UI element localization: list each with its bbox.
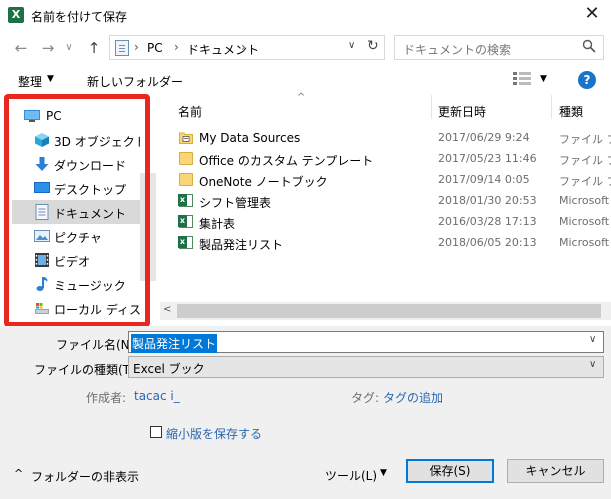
column-divider[interactable] <box>431 95 432 119</box>
tools-dropdown-icon[interactable]: ▼ <box>380 468 387 478</box>
forward-button[interactable]: → <box>38 38 58 58</box>
highlight-box <box>4 94 150 327</box>
save-thumbnail-label[interactable]: 縮小版を保存する <box>166 425 262 442</box>
save-options-panel: ファイル名(N): 製品発注リスト ∨ ファイルの種類(T): Excel ブッ… <box>0 326 611 499</box>
breadcrumb-pc[interactable]: PC <box>147 41 163 55</box>
file-name: Office のカスタム テンプレート <box>199 154 374 168</box>
file-name: 集計表 <box>199 217 236 231</box>
tags-label: タグ: <box>351 391 380 405</box>
file-type: Microsoft <box>559 236 610 249</box>
file-date: 2018/06/05 20:13 <box>438 236 537 249</box>
file-date: 2018/01/30 20:53 <box>438 194 537 207</box>
file-list: ^ 名前 更新日時 種類 My Data Sources 2017/06/29 … <box>160 92 611 305</box>
folder-icon <box>179 152 193 165</box>
file-name: 製品発注リスト <box>199 238 284 252</box>
filename-value[interactable]: 製品発注リスト <box>131 334 218 353</box>
search-input[interactable]: ドキュメントの検索 <box>394 35 604 60</box>
column-header-name[interactable]: 名前 <box>178 103 202 120</box>
organize-dropdown-icon[interactable]: ▼ <box>47 74 54 84</box>
file-row[interactable]: 集計表 2016/03/28 17:13 Microsoft <box>160 212 611 233</box>
horizontal-scrollbar[interactable]: < <box>160 302 611 320</box>
file-date: 2017/09/14 0:05 <box>438 173 530 186</box>
save-thumbnail-checkbox[interactable] <box>150 426 162 438</box>
search-icon[interactable] <box>582 39 596 53</box>
filetype-dropdown-icon[interactable]: ∨ <box>589 359 596 370</box>
filename-dropdown-icon[interactable]: ∨ <box>589 334 596 345</box>
file-type: ファイル フォ <box>559 175 611 188</box>
file-type: ファイル フォ <box>559 133 611 146</box>
excel-file-icon <box>178 194 193 207</box>
tags-value[interactable]: タグの追加 <box>383 389 443 406</box>
filetype-label: ファイルの種類(T): <box>34 363 139 377</box>
author-label: 作成者: <box>86 391 127 405</box>
refresh-icon[interactable]: ↻ <box>367 38 379 54</box>
file-date: 2016/03/28 17:13 <box>438 215 537 228</box>
title-bar: X 名前を付けて保存 ✕ <box>0 0 611 30</box>
save-button[interactable]: 保存(S) <box>406 459 494 483</box>
file-type: ファイル フォ <box>559 154 611 167</box>
author-value[interactable]: tacac i_ <box>134 389 180 403</box>
organize-button[interactable]: 整理 <box>18 73 42 90</box>
documents-location-icon <box>115 40 129 56</box>
column-header-date[interactable]: 更新日時 <box>438 103 486 120</box>
view-dropdown-icon[interactable]: ▼ <box>540 74 547 84</box>
command-bar: 整理 ▼ 新しいフォルダー ▼ ? <box>0 66 611 94</box>
data-folder-icon <box>179 132 193 144</box>
breadcrumb-separator[interactable]: › <box>241 40 246 54</box>
recent-locations-button[interactable]: ∨ <box>62 38 76 58</box>
sort-ascending-icon: ^ <box>297 92 306 103</box>
new-folder-button[interactable]: 新しいフォルダー <box>87 73 183 90</box>
breadcrumb-separator[interactable]: › <box>134 40 139 54</box>
filetype-value: Excel ブック <box>133 362 205 376</box>
file-row[interactable]: Office のカスタム テンプレート 2017/05/23 11:46 ファイ… <box>160 149 611 170</box>
view-options-icon[interactable] <box>513 72 531 86</box>
file-row[interactable]: My Data Sources 2017/06/29 9:24 ファイル フォ <box>160 128 611 149</box>
help-icon[interactable]: ? <box>578 71 596 89</box>
file-row[interactable]: シフト管理表 2018/01/30 20:53 Microsoft <box>160 191 611 212</box>
column-divider[interactable] <box>551 95 552 119</box>
file-name: My Data Sources <box>199 131 301 145</box>
filetype-select[interactable]: Excel ブック ∨ <box>128 356 604 378</box>
scroll-left-icon[interactable]: < <box>163 304 171 315</box>
filename-input[interactable]: 製品発注リスト ∨ <box>128 331 604 353</box>
file-type: Microsoft <box>559 215 610 228</box>
address-bar[interactable]: › PC › ドキュメント › ∨ ↻ <box>109 35 385 60</box>
folder-icon <box>179 173 193 186</box>
file-row[interactable]: 製品発注リスト 2018/06/05 20:13 Microsoft <box>160 233 611 254</box>
chevron-up-icon[interactable]: ^ <box>14 467 23 480</box>
tools-button[interactable]: ツール(L) <box>325 467 377 484</box>
breadcrumb-separator[interactable]: › <box>174 40 179 54</box>
close-button[interactable]: ✕ <box>578 4 606 26</box>
window-title: 名前を付けて保存 <box>31 10 128 24</box>
excel-app-icon: X <box>8 7 24 23</box>
address-dropdown-icon[interactable]: ∨ <box>348 40 355 51</box>
excel-file-icon <box>178 215 193 228</box>
file-row[interactable]: OneNote ノートブック 2017/09/14 0:05 ファイル フォ <box>160 170 611 191</box>
file-date: 2017/05/23 11:46 <box>438 152 537 165</box>
file-type: Microsoft <box>559 194 610 207</box>
breadcrumb-documents[interactable]: ドキュメント <box>187 41 259 58</box>
column-header-type[interactable]: 種類 <box>559 103 583 120</box>
file-date: 2017/06/29 9:24 <box>438 131 530 144</box>
cancel-button[interactable]: キャンセル <box>507 459 604 483</box>
up-button[interactable]: ↑ <box>84 38 104 58</box>
scrollbar-thumb[interactable] <box>177 304 601 318</box>
search-placeholder: ドキュメントの検索 <box>403 43 512 57</box>
filename-label: ファイル名(N): <box>56 338 139 352</box>
file-name: OneNote ノートブック <box>199 175 328 189</box>
hide-folders-button[interactable]: フォルダーの非表示 <box>31 468 139 485</box>
excel-file-icon <box>178 236 193 249</box>
file-name: シフト管理表 <box>199 196 272 210</box>
back-button[interactable]: ← <box>11 38 31 58</box>
